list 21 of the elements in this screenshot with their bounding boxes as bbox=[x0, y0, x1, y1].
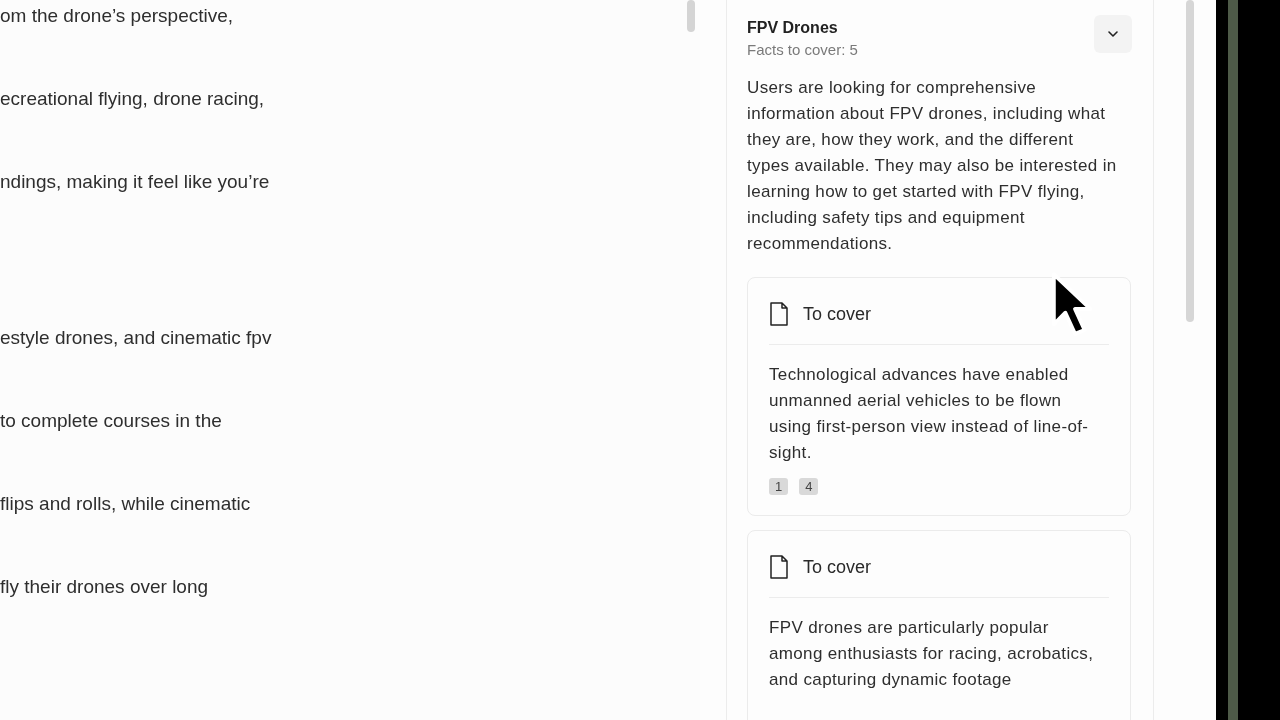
fact-label: To cover bbox=[803, 556, 872, 578]
text-line: fly their drones over long bbox=[0, 575, 210, 599]
fact-text: FPV drones are particularly popular among enthusiasts for racing, acrobatics, and capturing dynamic footage bbox=[769, 617, 1095, 691]
collapse-button[interactable] bbox=[1094, 15, 1132, 53]
facts-count: Facts to cover: 5 bbox=[747, 40, 858, 60]
text-line: to complete courses in the bbox=[0, 409, 223, 433]
reference-tag[interactable]: 1 bbox=[769, 478, 789, 495]
fact-text: Technological advances have enabled unmanned aerial vehicles to be flown using first-person view instead of line-of-sight. bbox=[769, 364, 1090, 464]
document-icon bbox=[769, 302, 789, 326]
text-line: om the drone’s perspective, bbox=[0, 4, 235, 28]
reference-tag[interactable]: 4 bbox=[799, 478, 819, 495]
scrollbar[interactable] bbox=[687, 0, 695, 32]
topic-title: FPV Drones bbox=[747, 18, 839, 38]
scrollbar[interactable] bbox=[1186, 0, 1194, 322]
fact-label: To cover bbox=[803, 303, 872, 325]
text-line: estyle drones, and cinematic fpv bbox=[0, 326, 272, 350]
text-line: flips and rolls, while cinematic bbox=[0, 492, 252, 516]
document-icon bbox=[769, 555, 789, 579]
topic-description: Users are looking for comprehensive information about FPV drones, including what they are, how they work, and the different types available. They may also be interested in learning how to get started with FPV flying, including safety tips and equipment recommendations. bbox=[747, 77, 1118, 255]
text-line: ecreational flying, drone racing, bbox=[0, 87, 266, 111]
text-line: ndings, making it feel like you’re bbox=[0, 170, 271, 194]
